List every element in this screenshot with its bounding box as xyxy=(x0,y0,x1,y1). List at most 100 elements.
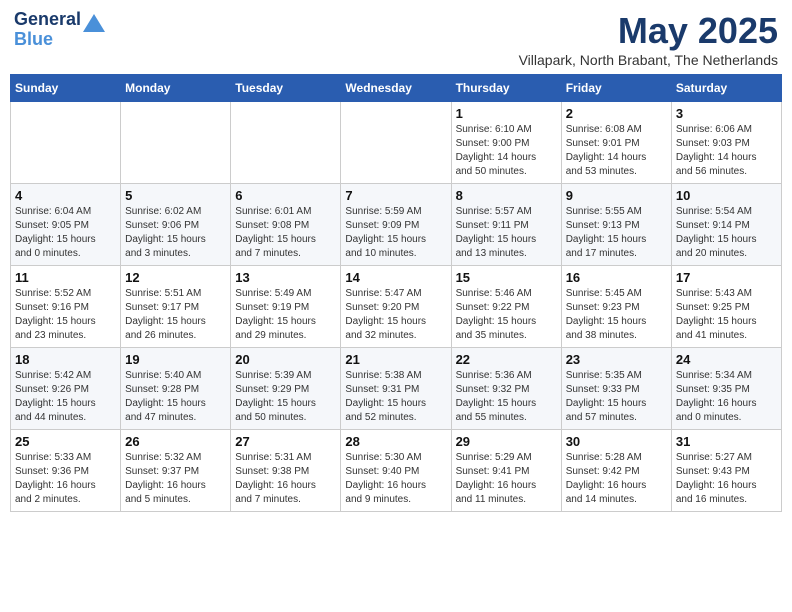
day-info: Sunrise: 5:46 AM Sunset: 9:22 PM Dayligh… xyxy=(456,287,557,343)
weekday-header-cell: Wednesday xyxy=(341,75,451,102)
day-info: Sunrise: 6:04 AM Sunset: 9:05 PM Dayligh… xyxy=(15,205,116,261)
weekday-header-cell: Friday xyxy=(561,75,671,102)
weekday-header-cell: Tuesday xyxy=(231,75,341,102)
day-info: Sunrise: 5:32 AM Sunset: 9:37 PM Dayligh… xyxy=(125,451,226,507)
day-number: 20 xyxy=(235,352,336,367)
day-number: 24 xyxy=(676,352,777,367)
day-info: Sunrise: 6:08 AM Sunset: 9:01 PM Dayligh… xyxy=(566,123,667,179)
day-info: Sunrise: 5:36 AM Sunset: 9:32 PM Dayligh… xyxy=(456,369,557,425)
day-number: 11 xyxy=(15,270,116,285)
day-info: Sunrise: 5:54 AM Sunset: 9:14 PM Dayligh… xyxy=(676,205,777,261)
calendar-cell: 25Sunrise: 5:33 AM Sunset: 9:36 PM Dayli… xyxy=(11,430,121,512)
day-number: 22 xyxy=(456,352,557,367)
day-number: 15 xyxy=(456,270,557,285)
calendar-cell: 22 Sunrise: 5:36 AM Sunset: 9:32 PM Dayli… xyxy=(451,348,561,430)
calendar-cell: 27 Sunrise: 5:31 AM Sunset: 9:38 PM Dayli… xyxy=(231,430,341,512)
calendar-cell: 9Sunrise: 5:55 AM Sunset: 9:13 PM Daylig… xyxy=(561,184,671,266)
day-number: 29 xyxy=(456,434,557,449)
day-number: 31 xyxy=(676,434,777,449)
day-info: Sunrise: 5:43 AM Sunset: 9:25 PM Dayligh… xyxy=(676,287,777,343)
calendar-cell: 29Sunrise: 5:29 AM Sunset: 9:41 PM Dayli… xyxy=(451,430,561,512)
weekday-header-cell: Thursday xyxy=(451,75,561,102)
calendar-cell: 18 Sunrise: 5:42 AM Sunset: 9:26 PM Dayli… xyxy=(11,348,121,430)
calendar-cell: 21Sunrise: 5:38 AM Sunset: 9:31 PM Dayli… xyxy=(341,348,451,430)
day-number: 28 xyxy=(345,434,446,449)
day-number: 2 xyxy=(566,106,667,121)
day-number: 1 xyxy=(456,106,557,121)
calendar-cell: 20 Sunrise: 5:39 AM Sunset: 9:29 PM Dayli… xyxy=(231,348,341,430)
month-title: May 2025 xyxy=(519,10,778,52)
day-number: 16 xyxy=(566,270,667,285)
calendar-cell: 19Sunrise: 5:40 AM Sunset: 9:28 PM Dayli… xyxy=(121,348,231,430)
logo-text: GeneralBlue xyxy=(14,10,81,50)
calendar-cell: 11 Sunrise: 5:52 AM Sunset: 9:16 PM Dayli… xyxy=(11,266,121,348)
logo-icon xyxy=(83,14,105,32)
calendar-week-row: 25Sunrise: 5:33 AM Sunset: 9:36 PM Dayli… xyxy=(11,430,782,512)
calendar-cell: 24Sunrise: 5:34 AM Sunset: 9:35 PM Dayli… xyxy=(671,348,781,430)
day-number: 4 xyxy=(15,188,116,203)
calendar-week-row: 4 Sunrise: 6:04 AM Sunset: 9:05 PM Daylig… xyxy=(11,184,782,266)
calendar-cell: 26 Sunrise: 5:32 AM Sunset: 9:37 PM Dayli… xyxy=(121,430,231,512)
calendar-cell: 1Sunrise: 6:10 AM Sunset: 9:00 PM Daylig… xyxy=(451,102,561,184)
calendar-cell: 31Sunrise: 5:27 AM Sunset: 9:43 PM Dayli… xyxy=(671,430,781,512)
day-number: 17 xyxy=(676,270,777,285)
calendar-cell: 5 Sunrise: 6:02 AM Sunset: 9:06 PM Daylig… xyxy=(121,184,231,266)
day-number: 18 xyxy=(15,352,116,367)
calendar-cell: 14 Sunrise: 5:47 AM Sunset: 9:20 PM Dayli… xyxy=(341,266,451,348)
day-number: 10 xyxy=(676,188,777,203)
calendar-cell: 23Sunrise: 5:35 AM Sunset: 9:33 PM Dayli… xyxy=(561,348,671,430)
calendar-cell: 17 Sunrise: 5:43 AM Sunset: 9:25 PM Dayli… xyxy=(671,266,781,348)
calendar-cell: 8Sunrise: 5:57 AM Sunset: 9:11 PM Daylig… xyxy=(451,184,561,266)
day-number: 26 xyxy=(125,434,226,449)
weekday-header-cell: Monday xyxy=(121,75,231,102)
day-info: Sunrise: 5:39 AM Sunset: 9:29 PM Dayligh… xyxy=(235,369,336,425)
calendar-cell xyxy=(121,102,231,184)
day-info: Sunrise: 5:35 AM Sunset: 9:33 PM Dayligh… xyxy=(566,369,667,425)
day-number: 9 xyxy=(566,188,667,203)
day-number: 7 xyxy=(345,188,446,203)
day-number: 5 xyxy=(125,188,226,203)
day-number: 3 xyxy=(676,106,777,121)
day-number: 30 xyxy=(566,434,667,449)
day-number: 8 xyxy=(456,188,557,203)
day-number: 25 xyxy=(15,434,116,449)
day-info: Sunrise: 5:52 AM Sunset: 9:16 PM Dayligh… xyxy=(15,287,116,343)
day-info: Sunrise: 5:45 AM Sunset: 9:23 PM Dayligh… xyxy=(566,287,667,343)
calendar-cell: 15 Sunrise: 5:46 AM Sunset: 9:22 PM Dayli… xyxy=(451,266,561,348)
day-info: Sunrise: 5:47 AM Sunset: 9:20 PM Dayligh… xyxy=(345,287,446,343)
calendar-body: 1Sunrise: 6:10 AM Sunset: 9:00 PM Daylig… xyxy=(11,102,782,512)
title-block: May 2025 Villapark, North Brabant, The N… xyxy=(519,10,778,68)
day-number: 13 xyxy=(235,270,336,285)
calendar-cell: 10 Sunrise: 5:54 AM Sunset: 9:14 PM Dayli… xyxy=(671,184,781,266)
calendar-cell: 7 Sunrise: 5:59 AM Sunset: 9:09 PM Daylig… xyxy=(341,184,451,266)
day-number: 6 xyxy=(235,188,336,203)
calendar-cell: 6 Sunrise: 6:01 AM Sunset: 9:08 PM Daylig… xyxy=(231,184,341,266)
day-info: Sunrise: 6:06 AM Sunset: 9:03 PM Dayligh… xyxy=(676,123,777,179)
calendar-cell xyxy=(11,102,121,184)
day-info: Sunrise: 5:59 AM Sunset: 9:09 PM Dayligh… xyxy=(345,205,446,261)
day-info: Sunrise: 5:38 AM Sunset: 9:31 PM Dayligh… xyxy=(345,369,446,425)
logo: GeneralBlue xyxy=(14,10,105,50)
calendar-cell: 4 Sunrise: 6:04 AM Sunset: 9:05 PM Daylig… xyxy=(11,184,121,266)
day-number: 27 xyxy=(235,434,336,449)
location-subtitle: Villapark, North Brabant, The Netherland… xyxy=(519,52,778,68)
day-info: Sunrise: 6:02 AM Sunset: 9:06 PM Dayligh… xyxy=(125,205,226,261)
day-info: Sunrise: 5:31 AM Sunset: 9:38 PM Dayligh… xyxy=(235,451,336,507)
page-header: GeneralBlue May 2025 Villapark, North Br… xyxy=(10,10,782,68)
day-info: Sunrise: 5:30 AM Sunset: 9:40 PM Dayligh… xyxy=(345,451,446,507)
calendar-week-row: 1Sunrise: 6:10 AM Sunset: 9:00 PM Daylig… xyxy=(11,102,782,184)
day-number: 19 xyxy=(125,352,226,367)
calendar-cell: 16 Sunrise: 5:45 AM Sunset: 9:23 PM Dayli… xyxy=(561,266,671,348)
day-number: 12 xyxy=(125,270,226,285)
calendar-cell: 30Sunrise: 5:28 AM Sunset: 9:42 PM Dayli… xyxy=(561,430,671,512)
day-info: Sunrise: 6:01 AM Sunset: 9:08 PM Dayligh… xyxy=(235,205,336,261)
day-number: 14 xyxy=(345,270,446,285)
calendar-table: SundayMondayTuesdayWednesdayThursdayFrid… xyxy=(10,74,782,512)
day-info: Sunrise: 5:42 AM Sunset: 9:26 PM Dayligh… xyxy=(15,369,116,425)
calendar-cell: 12Sunrise: 5:51 AM Sunset: 9:17 PM Dayli… xyxy=(121,266,231,348)
calendar-cell xyxy=(341,102,451,184)
calendar-week-row: 18 Sunrise: 5:42 AM Sunset: 9:26 PM Dayli… xyxy=(11,348,782,430)
calendar-cell: 28 Sunrise: 5:30 AM Sunset: 9:40 PM Dayli… xyxy=(341,430,451,512)
calendar-cell xyxy=(231,102,341,184)
calendar-cell: 2 Sunrise: 6:08 AM Sunset: 9:01 PM Daylig… xyxy=(561,102,671,184)
